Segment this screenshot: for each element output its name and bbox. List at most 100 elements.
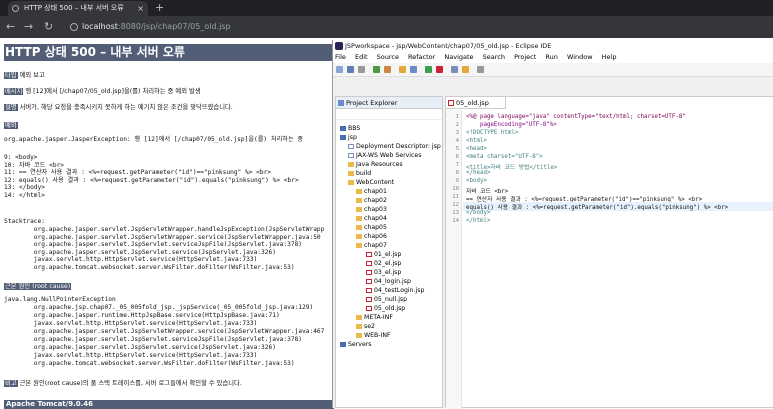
tree-item-java-resources[interactable]: Java Resources	[348, 161, 403, 168]
tree-item-se2[interactable]: se2	[356, 323, 375, 330]
run-icon[interactable]	[373, 66, 380, 73]
back-icon[interactable]: ←	[6, 19, 15, 35]
menu-project[interactable]: Project	[514, 53, 536, 61]
line-number: 7	[455, 162, 459, 168]
reload-icon[interactable]: ↻	[44, 19, 53, 35]
root-cause-line: java.lang.NullPointerException	[4, 296, 116, 303]
eclipse-title-bar: JSPworkspace - jsp/WebContent/chap07/05_…	[333, 40, 773, 52]
menu-search[interactable]: Search	[483, 53, 505, 61]
code-editor[interactable]: 05_old.jsp 1 2 3 4 5 6 7 8 9 10 11 12 13…	[445, 96, 773, 409]
nav-icon[interactable]	[477, 66, 484, 73]
source-line: 9: <body>	[4, 154, 38, 161]
root-cause-line: org.apache.jsp.chap07._05_005fold_jsp._j…	[4, 304, 314, 311]
tree-item-bbs[interactable]: BBS	[340, 125, 360, 132]
line-number: 14	[452, 218, 459, 224]
line-number: 8	[455, 170, 459, 176]
tree-item-file[interactable]: 05_null.jsp	[366, 296, 407, 303]
stacktrace-line: org.apache.tomcat.websocket.server.WsFil…	[4, 263, 295, 271]
url-field[interactable]: localhost:8080/jsp/chap07/05_old.jsp	[68, 19, 768, 35]
editor-tab[interactable]: 05_old.jsp	[446, 97, 506, 109]
stop-icon[interactable]	[436, 66, 443, 73]
tree-item-file[interactable]: 04_login.jsp	[366, 278, 411, 285]
menu-run[interactable]: Run	[545, 53, 557, 61]
note-row: 비고 근본 원인(root cause)의 풀 스택 트레이스를, 서버 로그들…	[4, 378, 242, 387]
tree-item-chap04[interactable]: chap04	[356, 215, 387, 222]
project-icon	[340, 125, 346, 131]
tree-item-chap02[interactable]: chap02	[356, 197, 387, 204]
stacktrace-title: Stacktrace:	[4, 218, 45, 225]
tree-item-file[interactable]: 04_testLogin.jsp	[366, 287, 424, 294]
project-explorer-tab[interactable]: Project Explorer	[336, 97, 442, 109]
tree-item-file[interactable]: 01_el.jsp	[366, 251, 401, 258]
folder-icon	[356, 323, 362, 329]
tree-item-jaxws[interactable]: JAX-WS Web Services	[348, 152, 421, 159]
open-icon[interactable]	[462, 66, 469, 73]
editor-tab-label: 05_old.jsp	[456, 99, 489, 107]
code-line: <body>	[466, 178, 487, 184]
webservice-icon	[348, 152, 354, 158]
tree-item-file[interactable]: 02_el.jsp	[366, 260, 401, 267]
tree-item-chap06[interactable]: chap06	[356, 233, 387, 240]
source-line: 12: equals() 사용 결과 : <%=request.getParam…	[4, 176, 299, 184]
tools-icon[interactable]	[451, 66, 458, 73]
descriptor-icon	[348, 143, 354, 149]
jsp-file-icon	[366, 269, 372, 275]
tree-item-chap07[interactable]: chap07	[356, 242, 387, 249]
menu-window[interactable]: Window	[567, 53, 593, 61]
browser-tab[interactable]: HTTP 상태 500 – 내부 서버 오류 ×	[8, 1, 148, 16]
tree-item-meta-inf[interactable]: META-INF	[356, 314, 393, 321]
root-cause-line: javax.servlet.http.HttpServlet.service(H…	[4, 320, 258, 327]
folder-icon	[348, 170, 354, 176]
tree-item-chap01[interactable]: chap01	[356, 188, 387, 195]
tree-item-build[interactable]: build	[348, 170, 371, 177]
menu-edit[interactable]: Edit	[355, 53, 368, 61]
type-row: 타입 예외 보고	[4, 70, 45, 79]
tab-close-button[interactable]: ×	[137, 1, 144, 16]
debug-icon[interactable]	[384, 66, 391, 73]
code-line-current: equals() 사용 결과 : <%=request.getParameter…	[463, 202, 773, 211]
save-icon[interactable]	[347, 66, 354, 73]
url-host: localhost	[82, 22, 118, 31]
menu-refactor[interactable]: Refactor	[408, 53, 435, 61]
tree-item-file[interactable]: 03_el.jsp	[366, 269, 401, 276]
tree-item-jsp[interactable]: jsp	[340, 134, 357, 141]
tree-item-chap05[interactable]: chap05	[356, 224, 387, 231]
stacktrace-line: org.apache.jasper.servlet.JspServlet.ser…	[4, 241, 303, 248]
address-bar: ← → ↻ localhost:8080/jsp/chap07/05_old.j…	[0, 16, 773, 38]
line-number: 4	[455, 138, 459, 144]
folder-icon	[348, 161, 354, 167]
note-value: 근본 원인(root cause)의 풀 스택 트레이스를, 서버 로그들에서 …	[17, 380, 242, 387]
tree-item-web-inf[interactable]: WEB-INF	[356, 332, 391, 339]
new-tab-button[interactable]: +	[155, 0, 164, 16]
new-icon[interactable]	[336, 66, 343, 73]
project-explorer: Project Explorer BBS jsp Deployment Desc…	[335, 96, 443, 408]
tree-item-servers[interactable]: Servers	[340, 341, 372, 348]
line-number: 1	[455, 114, 459, 120]
tree-item-file[interactable]: 05_old.jsp	[366, 305, 405, 312]
folder-icon	[356, 233, 362, 239]
stacktrace-line: javax.servlet.http.HttpServlet.service(H…	[4, 256, 258, 263]
source-line: 13: </body>	[4, 184, 45, 191]
folder-icon	[356, 197, 362, 203]
print-icon[interactable]	[358, 66, 365, 73]
folder-icon[interactable]	[399, 66, 406, 73]
stacktrace-line: org.apache.jasper.servlet.JspServlet.ser…	[4, 248, 276, 256]
line-number: 11	[452, 194, 459, 200]
exception-line: org.apache.jasper.JasperException: 행 [12…	[4, 136, 304, 143]
menu-help[interactable]: Help	[602, 53, 617, 61]
search-icon[interactable]	[410, 66, 417, 73]
code-line: <head>	[466, 146, 487, 152]
info-icon[interactable]	[70, 23, 78, 31]
menu-file[interactable]: File	[335, 53, 346, 61]
menu-source[interactable]: Source	[377, 53, 399, 61]
tree-item-deployment-descriptor[interactable]: Deployment Descriptor: jsp	[348, 143, 441, 150]
menu-navigate[interactable]: Navigate	[444, 53, 473, 61]
code-line: <!DOCTYPE html>	[466, 130, 519, 136]
line-number: 2	[455, 122, 459, 128]
forward-icon[interactable]: →	[24, 19, 33, 35]
tree-item-chap03[interactable]: chap03	[356, 206, 387, 213]
line-gutter: 1 2 3 4 5 6 7 8 9 10 11 12 13 14	[446, 110, 462, 409]
launch-icon[interactable]	[425, 66, 432, 73]
tree-item-webcontent[interactable]: WebContent	[348, 179, 394, 186]
page-title: HTTP 상태 500 – 내부 서버 오류	[4, 44, 334, 61]
